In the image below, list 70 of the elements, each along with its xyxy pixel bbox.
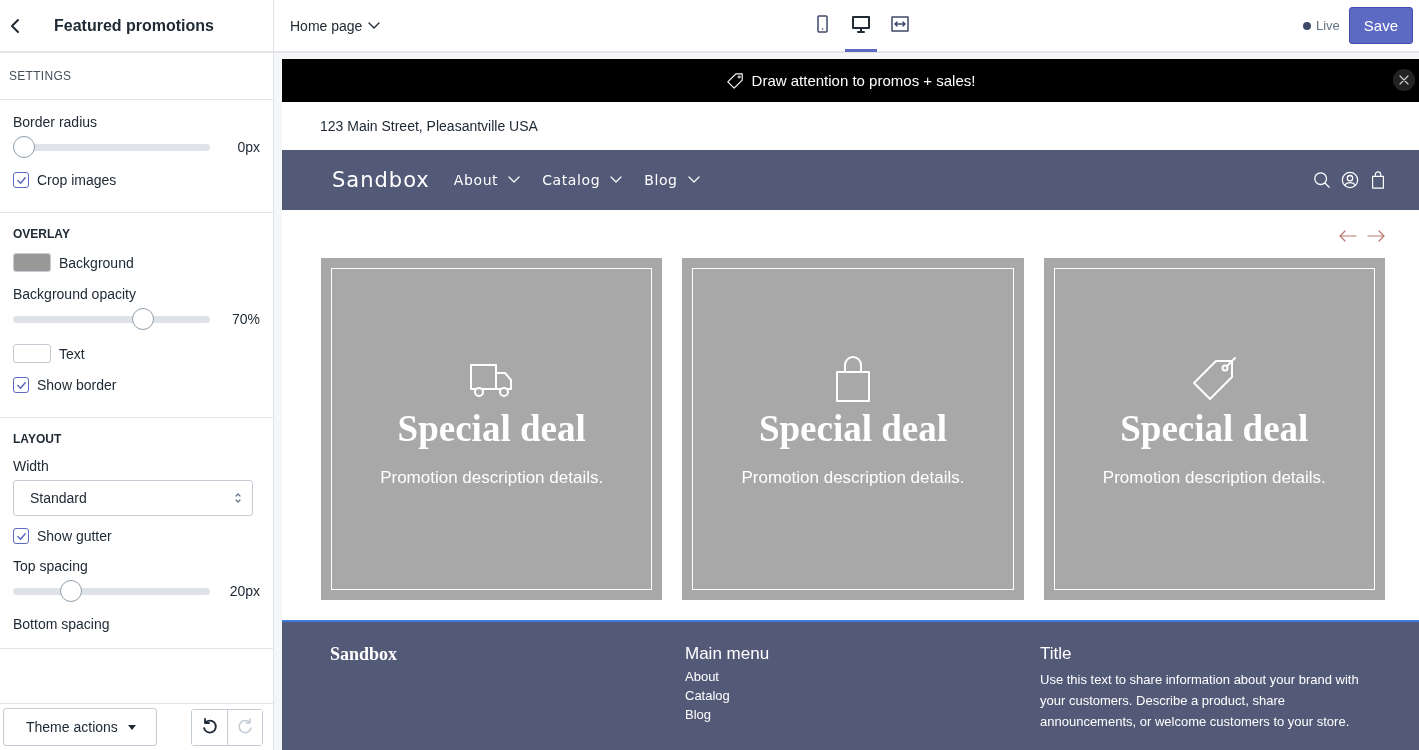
promotion-title: Special deal: [758, 407, 948, 450]
chevron-down-icon: [687, 176, 700, 184]
field-label: Width: [13, 458, 50, 474]
close-button[interactable]: [1393, 69, 1415, 91]
checkbox[interactable]: [13, 377, 29, 393]
sort-arrows-icon: [234, 492, 242, 504]
section-heading: SETTINGS: [9, 69, 73, 83]
promotion-description: Promotion description details.: [380, 468, 604, 488]
chevron-down-icon: [368, 21, 381, 30]
theme-actions-button[interactable]: Theme actions: [3, 708, 157, 746]
checkbox-label: Crop images: [37, 172, 117, 188]
close-icon: [1399, 75, 1409, 85]
desktop-icon: [851, 14, 872, 34]
nav-link[interactable]: Catalog: [542, 172, 623, 188]
color-swatch[interactable]: [13, 253, 51, 272]
footer-heading: Title: [1040, 644, 1073, 664]
tag-icon: [725, 71, 744, 90]
arrow-left-icon[interactable]: [1339, 230, 1357, 242]
account-icon[interactable]: [1341, 171, 1359, 189]
status-dot: [1302, 21, 1311, 30]
footer-heading: Main menu: [685, 644, 771, 664]
slider-value: 0px: [237, 139, 260, 155]
slider-value: 20px: [229, 583, 260, 599]
slider-thumb[interactable]: [132, 308, 154, 330]
shopping-bag-icon[interactable]: [1369, 171, 1387, 189]
slider-label: Border radius: [13, 114, 99, 130]
chevron-down-icon: [610, 176, 623, 184]
search-icon[interactable]: [1313, 171, 1331, 189]
checkbox[interactable]: [13, 528, 29, 544]
width-select[interactable]: Standard: [13, 480, 253, 516]
price-tag-icon: [1190, 355, 1239, 403]
color-label: Background: [59, 254, 134, 271]
promotion-description: Promotion description details.: [741, 468, 965, 488]
store-logo[interactable]: Sandbox: [332, 168, 430, 192]
checkmark-icon: [15, 530, 27, 542]
panel-title: Featured promotions: [54, 16, 214, 35]
checkmark-icon: [15, 379, 27, 391]
page-selector[interactable]: Home page: [290, 17, 381, 34]
footer-link[interactable]: About: [685, 669, 719, 684]
full-width-icon: [890, 14, 911, 34]
promotion-title: Special deal: [1120, 407, 1309, 450]
checkbox[interactable]: [13, 172, 29, 188]
chevron-down-icon: [508, 176, 521, 184]
footer-text: Use this text to share information about your brand with your customers. Describe a product, share announcements, or welcome customers to your store.: [1040, 671, 1360, 731]
section-heading: OVERLAY: [13, 227, 71, 241]
color-label: Text: [59, 345, 85, 362]
slider-label: Bottom spacing: [13, 616, 111, 632]
footer-logo: Sandbox: [330, 644, 399, 665]
slider-thumb[interactable]: [13, 136, 35, 158]
checkbox-label: Show border: [37, 377, 117, 393]
slider-label: Top spacing: [13, 558, 89, 574]
address-text: 123 Main Street, Pleasantville USA: [320, 118, 538, 134]
footer-link[interactable]: Catalog: [685, 688, 730, 703]
checkmark-icon: [15, 174, 27, 186]
arrow-right-icon[interactable]: [1367, 230, 1385, 242]
slider-thumb[interactable]: [60, 580, 83, 602]
caret-down-icon: [127, 724, 136, 730]
status-label: Live: [1315, 18, 1340, 33]
slider-value: 70%: [231, 311, 260, 327]
promotion-title: Special deal: [397, 407, 586, 450]
save-button[interactable]: Save: [1348, 7, 1413, 44]
promotion-description: Promotion description details.: [1102, 468, 1326, 488]
nav-link[interactable]: Blog: [644, 172, 700, 188]
color-swatch[interactable]: [13, 344, 51, 363]
footer-link[interactable]: Blog: [685, 707, 712, 722]
announcement-text: Draw attention to promos + sales!: [751, 72, 976, 89]
section-heading: LAYOUT: [13, 432, 63, 446]
nav-link[interactable]: About: [453, 172, 521, 188]
checkbox-label: Show gutter: [37, 528, 112, 544]
slider-label: Background opacity: [13, 286, 137, 302]
